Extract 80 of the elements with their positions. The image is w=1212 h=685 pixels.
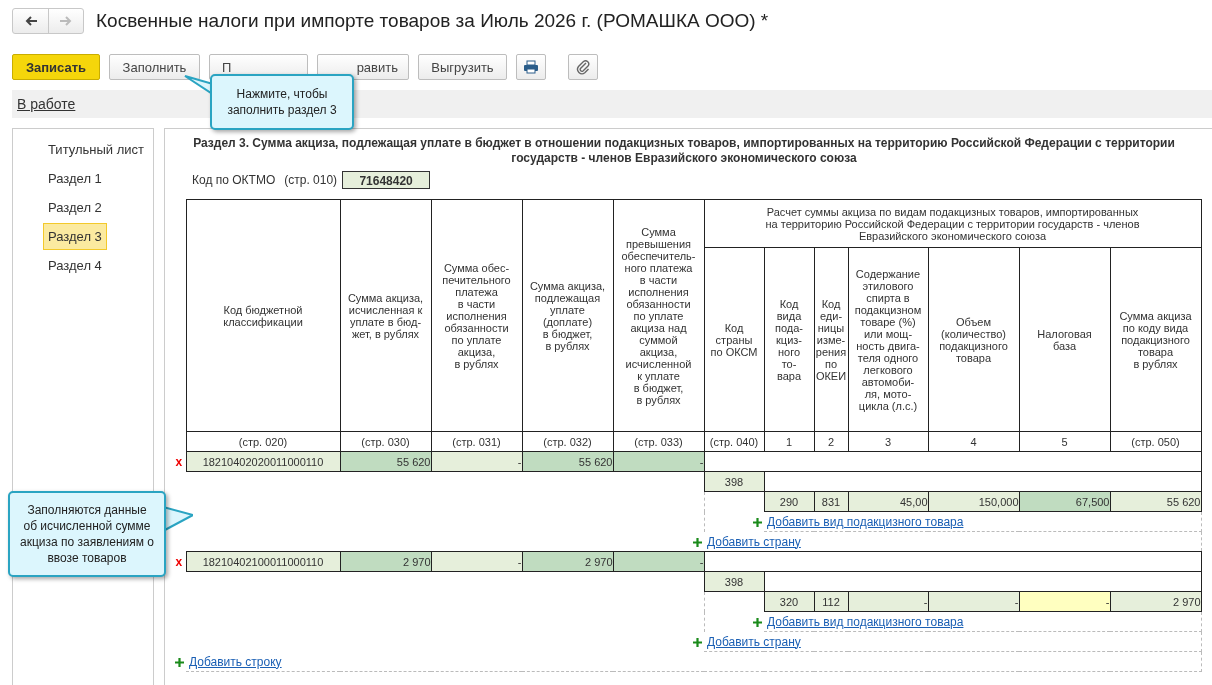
line-code: (стр. 040) [704,431,764,452]
table-cell: - [431,551,522,572]
table-cell: 112 [814,591,848,612]
remove-mark[interactable]: x [175,454,183,469]
line-code: 5 [1019,431,1110,452]
table-cell: 398 [704,471,764,492]
sidebar-item[interactable]: Раздел 2 [43,194,107,221]
add-link[interactable]: Добавить страну [704,534,801,549]
table-cell: 320 [764,591,814,612]
hint-tooltip: Нажмите, чтобы заполнить раздел 3 [210,74,354,130]
sidebar-item[interactable]: Раздел 3 [43,223,107,250]
plus-icon [693,638,702,648]
line-code: 4 [928,431,1019,452]
column-header: Код страны по ОКСМ [704,247,764,432]
table-cell: 2 970 [1110,591,1201,612]
line-code: 1 [764,431,814,452]
line-code: (стр. 010) [284,173,338,187]
table-cell: 55 620 [1110,491,1201,512]
status-link[interactable]: В работе [17,96,76,112]
column-header: Сумма акциза, исчисленная к уплате в бюд- жет, в рублях [340,199,431,432]
line-code: (стр. 030) [340,431,431,452]
line-code: (стр. 033) [613,431,704,452]
add-link[interactable]: Добавить вид подакцизного товара [764,614,964,629]
add-link[interactable]: Добавить строку [186,654,282,669]
right-arrow-icon [59,14,73,28]
table-cell: - [928,591,1019,612]
table-cell: 18210402100011000110 [186,551,340,572]
table-cell: 18210402020011000110 [186,451,340,472]
column-header: Содержание этилового спирта в подакцизном товаре (%) или мощ- ность двига- теля одного легкового автомоби- ля, мото- цикла (л.с.) [848,247,928,432]
line-code: (стр. 050) [1110,431,1201,452]
toolbar-button[interactable]: Выгрузить [418,54,507,80]
add-link[interactable]: Добавить вид подакцизного товара [764,514,964,529]
hint-tooltip: Заполняются данные об исчисленной сумме акциза по заявлениям о ввозе товаров [8,491,166,577]
plus-icon [753,618,762,628]
toolbar-button[interactable]: равить [317,54,409,80]
sidebar-item[interactable]: Раздел 4 [43,252,107,279]
plus-icon [753,518,762,528]
field-label: Код по ОКТМО [192,173,276,187]
column-header: Код вида пода- кциз- ного то- вара [764,247,814,432]
column-header: Сумма акциза по коду вида подакцизного товара в рублях [1110,247,1201,432]
line-code: (стр. 031) [431,431,522,452]
line-code: 3 [848,431,928,452]
save-button[interactable]: Записать [12,54,100,80]
remove-mark[interactable]: x [175,554,183,569]
column-header: Код еди- ницы изме- рения по ОКЕИ [814,247,848,432]
column-header: Сумма превышения обеспечитель- ного платежа в части исполнения обязанности по уплате акциза над суммой акциза, исчисленной к уплате в бюджет, в рублях [613,199,704,432]
plus-icon [693,537,702,547]
line-code: (стр. 020) [186,431,340,452]
table-cell: - [613,551,704,572]
table-cell: 67,500 [1019,491,1110,512]
paperclip-icon [576,59,590,75]
table-cell: 2 970 [522,551,613,572]
column-header: Сумма акциза, подлежащая уплате (доплате) в бюджет, в рублях [522,199,613,432]
left-arrow-icon [23,14,38,28]
printer-icon [523,60,539,74]
section-title: Раздел 3. Сумма акциза, подлежащая уплате в бюджет в отношении подакцизных товаров, импортированных на территорию Российской Федерации с территории государств - членов Евразийского экономического союза [192,136,1176,166]
oktmo-field[interactable]: 71648420 [342,171,431,189]
plus-icon [174,658,184,668]
line-code: (стр. 032) [522,431,613,452]
column-header: Расчет суммы акциза по видам подакцизных товаров, импортированных на территорию Российской Федерации с территории государств - членов Евразийского экономического союза [704,199,1201,248]
column-header: Сумма обес- печительного платежа в части исполнения обязанности по уплате акциза, в рублях [431,199,522,432]
column-header: Код бюджетной классификации [186,199,340,432]
toolbar-button[interactable]: Заполнить [109,54,200,80]
window-title: Косвенные налоги при импорте товаров за Июль 2026 г. (РОМАШКА ООО) * [96,10,769,32]
table-cell: - [848,591,928,612]
table-cell: - [1019,591,1110,612]
attach-button[interactable] [568,54,598,80]
print-button[interactable] [516,54,546,80]
table-cell: 45,00 [848,491,928,512]
column-header: Налоговая база [1019,247,1110,432]
table-cell: 2 970 [340,551,431,572]
sidebar-item[interactable]: Раздел 1 [43,165,107,192]
table-cell: 831 [814,491,848,512]
sidebar-item[interactable]: Титульный лист [43,136,149,163]
line-code: 2 [814,431,848,452]
table-cell: 150,000 [928,491,1019,512]
add-link[interactable]: Добавить страну [704,634,801,649]
column-header: Объем (количество) подакцизного товара [928,247,1019,432]
table-cell: 290 [764,491,814,512]
table-cell: 398 [704,571,764,592]
